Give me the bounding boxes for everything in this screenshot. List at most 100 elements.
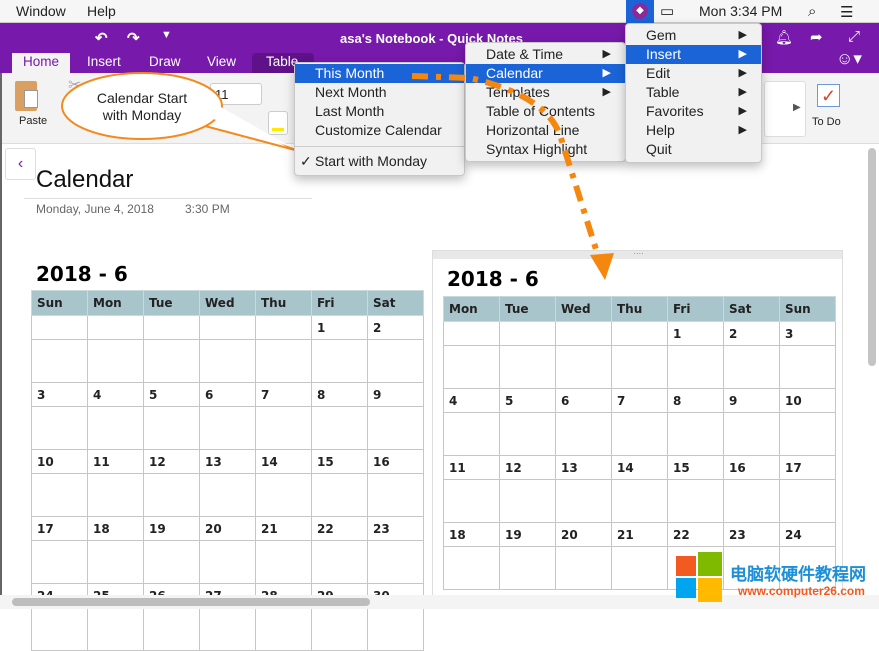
menu-item-help[interactable]: Help ▶ [626, 121, 761, 140]
calendar-date-cell[interactable]: 16 [367, 449, 424, 474]
calendar-date-cell[interactable]: 8 [311, 382, 368, 407]
calendar-note-cell[interactable] [199, 406, 256, 450]
bell-icon[interactable]: 🔔︎ [775, 29, 793, 46]
menu-item-quit[interactable]: Quit [626, 140, 761, 159]
calendar-note-cell[interactable] [779, 479, 836, 523]
calendar-note-cell[interactable] [87, 406, 144, 450]
calendar-note-cell[interactable] [499, 546, 556, 590]
calendar-date-cell[interactable]: 10 [31, 449, 88, 474]
calendar-date-cell[interactable]: 6 [199, 382, 256, 407]
calendar-date-cell[interactable]: 22 [667, 522, 724, 547]
list-icon[interactable]: ☰ [840, 3, 853, 21]
calendar-note-cell[interactable] [143, 473, 200, 517]
calendar-date-cell[interactable]: 11 [443, 455, 500, 480]
calendar-note-cell[interactable] [87, 607, 144, 651]
todo-label[interactable]: To Do [812, 116, 841, 128]
calendar-date-cell[interactable]: 19 [499, 522, 556, 547]
menu-item-favorites[interactable]: Favorites ▶ [626, 102, 761, 121]
calendar-note-cell[interactable] [499, 412, 556, 456]
calendar-date-cell[interactable]: 2 [367, 315, 424, 340]
calendar-date-cell[interactable]: 22 [311, 516, 368, 541]
todo-checkbox-icon[interactable]: ✓ [817, 84, 840, 107]
calendar-note-cell[interactable] [31, 406, 88, 450]
menu-help[interactable]: Help [87, 3, 116, 19]
calendar-note-cell[interactable] [611, 479, 668, 523]
calendar-note-cell[interactable] [779, 412, 836, 456]
calendar-date-cell[interactable] [443, 321, 500, 346]
menu-item-table[interactable]: Table ▶ [626, 83, 761, 102]
calendar-date-cell[interactable]: 1 [311, 315, 368, 340]
menu-window[interactable]: Window [16, 3, 66, 19]
display-icon[interactable]: ▭ [660, 2, 674, 20]
calendar-note-cell[interactable] [87, 540, 144, 584]
calendar-date-cell[interactable] [555, 321, 612, 346]
calendar-date-cell[interactable]: 15 [311, 449, 368, 474]
calendar-date-cell[interactable]: 1 [667, 321, 724, 346]
calendar-date-cell[interactable] [199, 315, 256, 340]
calendar-note-cell[interactable] [611, 345, 668, 389]
calendar-date-cell[interactable]: 4 [87, 382, 144, 407]
calendar-date-cell[interactable]: 9 [367, 382, 424, 407]
calendar-date-cell[interactable]: 18 [87, 516, 144, 541]
calendar-note-cell[interactable] [499, 345, 556, 389]
calendar-note-cell[interactable] [367, 406, 424, 450]
calendar-date-cell[interactable]: 12 [499, 455, 556, 480]
calendar-note-cell[interactable] [555, 479, 612, 523]
calendar-date-cell[interactable]: 5 [499, 388, 556, 413]
calendar-note-cell[interactable] [723, 345, 780, 389]
menu-item-edit[interactable]: Edit ▶ [626, 64, 761, 83]
share-icon[interactable]: ➦ [810, 28, 823, 46]
calendar-note-cell[interactable] [779, 345, 836, 389]
calendar-note-cell[interactable] [611, 546, 668, 590]
calendar-date-cell[interactable]: 7 [611, 388, 668, 413]
calendar-note-cell[interactable] [255, 540, 312, 584]
calendar-note-cell[interactable] [311, 406, 368, 450]
calendar-note-cell[interactable] [31, 473, 88, 517]
fullscreen-icon[interactable]: ⤢ [848, 28, 860, 45]
calendar-date-cell[interactable]: 3 [31, 382, 88, 407]
calendar-note-cell[interactable] [667, 479, 724, 523]
calendar-date-cell[interactable]: 23 [367, 516, 424, 541]
page-title[interactable]: Calendar [36, 166, 133, 194]
calendar-date-cell[interactable] [499, 321, 556, 346]
container-drag-handle[interactable]: ···· [433, 251, 842, 259]
horizontal-scrollbar[interactable] [12, 598, 370, 606]
menu-item-templates[interactable]: Templates ▶ [466, 83, 625, 102]
calendar-note-cell[interactable] [199, 339, 256, 383]
calendar-date-cell[interactable]: 5 [143, 382, 200, 407]
calendar-note-cell[interactable] [87, 339, 144, 383]
calendar-note-cell[interactable] [555, 546, 612, 590]
calendar-note-cell[interactable] [667, 345, 724, 389]
menu-item-insert[interactable]: Insert ▶ [626, 45, 761, 64]
calendar-date-cell[interactable]: 21 [611, 522, 668, 547]
calendar-date-cell[interactable]: 8 [667, 388, 724, 413]
calendar-note-cell[interactable] [143, 540, 200, 584]
menu-item-customize-calendar[interactable]: Customize Calendar [295, 121, 464, 140]
calendar-date-cell[interactable]: 2 [723, 321, 780, 346]
menu-item-last-month[interactable]: Last Month [295, 102, 464, 121]
menu-item-calendar[interactable]: Calendar ▶ [466, 64, 625, 83]
calendar-note-cell[interactable] [31, 607, 88, 651]
calendar-note-cell[interactable] [723, 479, 780, 523]
calendar-note-cell[interactable] [443, 479, 500, 523]
calendar-note-cell[interactable] [255, 339, 312, 383]
back-button[interactable]: ‹ [5, 148, 36, 180]
calendar-note-cell[interactable] [31, 540, 88, 584]
gem-menu-button[interactable]: ◆ [626, 0, 654, 23]
calendar-date-cell[interactable]: 7 [255, 382, 312, 407]
calendar-date-cell[interactable]: 20 [199, 516, 256, 541]
styles-gallery[interactable]: ▶ [764, 81, 806, 137]
calendar-date-cell[interactable]: 11 [87, 449, 144, 474]
calendar-date-cell[interactable]: 16 [723, 455, 780, 480]
menu-item-start-with-monday[interactable]: ✓ Start with Monday [295, 152, 464, 171]
calendar-date-cell[interactable]: 23 [723, 522, 780, 547]
calendar-date-cell[interactable]: 13 [555, 455, 612, 480]
clock[interactable]: Mon 3:34 PM [699, 3, 782, 19]
menu-item-horizontal-line[interactable]: Horizontal Line [466, 121, 625, 140]
gallery-arrow-icon[interactable]: ▶ [793, 102, 801, 113]
calendar-date-cell[interactable]: 20 [555, 522, 612, 547]
calendar-date-cell[interactable]: 14 [255, 449, 312, 474]
calendar-note-cell[interactable] [443, 546, 500, 590]
calendar-note-cell[interactable] [499, 479, 556, 523]
smiley-feedback-icon[interactable]: ☺▾ [836, 49, 862, 69]
